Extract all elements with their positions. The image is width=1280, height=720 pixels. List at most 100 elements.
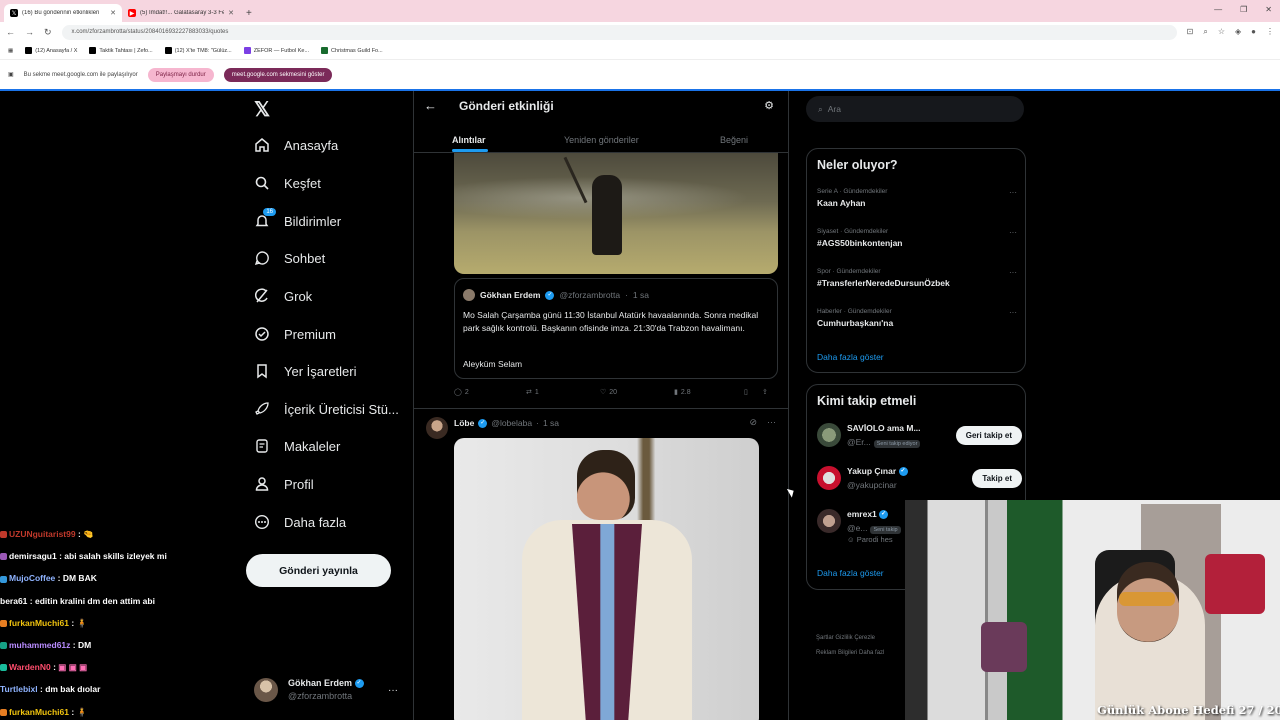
- x-favicon-icon: [164, 47, 172, 54]
- trend-item[interactable]: Haberler · Gündemdekiler Cumhurbaşkanı'n…: [817, 308, 1017, 328]
- bookmark-icon: [254, 363, 270, 379]
- minimize-icon[interactable]: —: [1214, 5, 1222, 14]
- window-controls: — ❐ ✕: [1214, 5, 1272, 14]
- views-button[interactable]: ▮ 2.8: [674, 388, 744, 397]
- stream-chat-overlay: UZUNguitarist99 : 🤏 demirsagu1 : abi sal…: [0, 523, 220, 720]
- nav-item-profile[interactable]: Profil: [254, 476, 314, 492]
- x-logo-icon[interactable]: 𝕏: [254, 97, 270, 122]
- tab-quotes[interactable]: Alıntılar: [452, 135, 486, 145]
- browser-tab-1[interactable]: 𝕏 (16) Bu gönderinin etkinlikleri ✕: [4, 4, 122, 22]
- nav-item-explore[interactable]: Keşfet: [254, 175, 321, 191]
- chat-message: bera61 : editin kralini dm den attim abi: [0, 595, 155, 606]
- browser-tab-2[interactable]: ▶ (5) İmdat!!... Galatasaray 3-3 Fer... …: [122, 4, 240, 22]
- close-tab-icon[interactable]: ✕: [110, 9, 116, 17]
- bookmark-item[interactable]: (12) X'te TM8: "Gülüz...: [164, 47, 232, 54]
- nav-item-more[interactable]: Daha fazla: [254, 514, 346, 530]
- reload-icon[interactable]: ↻: [44, 27, 52, 38]
- bookmark-item[interactable]: Christmas Guild Fo...: [321, 47, 383, 54]
- follow-suggestion[interactable]: SAVİOLO ama M... @Er... Seni takip ediyor…: [817, 423, 1022, 453]
- nav-item-bookmarks[interactable]: Yer İşaretleri: [254, 363, 357, 379]
- follow-suggestion[interactable]: Yakup Çınar ✓ @yakupcinar Takip et: [817, 466, 1022, 496]
- install-icon[interactable]: ⊡: [1187, 27, 1194, 37]
- more-icon[interactable]: ···: [1009, 188, 1017, 197]
- author-handle[interactable]: @lobelaba: [491, 418, 532, 428]
- quoted-post-card[interactable]: Gökhan Erdem ✓ @zforzambrotta · 1 sa Mo …: [454, 278, 778, 379]
- follow-button[interactable]: Takip et: [972, 469, 1022, 488]
- verified-badge-icon: ✓: [898, 467, 908, 477]
- menu-icon[interactable]: ⋮: [1266, 27, 1274, 37]
- trend-item[interactable]: Serie A · Gündemdekiler Kaan Ayhan ···: [817, 188, 1017, 208]
- more-icon[interactable]: ···: [1009, 268, 1017, 277]
- screen-share-bar: ▣ Bu sekme meet.google.com ile paylaşılı…: [0, 60, 1280, 91]
- bookmark-item[interactable]: Taktik Tahtası | Zefo...: [89, 47, 153, 54]
- close-tab-icon[interactable]: ✕: [228, 9, 234, 17]
- more-icon[interactable]: ···: [1009, 308, 1017, 317]
- quoted-media-image[interactable]: [454, 153, 778, 274]
- close-window-icon[interactable]: ✕: [1265, 5, 1272, 14]
- bookmark-item[interactable]: ZEFOR — Futbol Ke...: [243, 47, 309, 54]
- share-button[interactable]: ⇪: [762, 388, 768, 396]
- verified-badge-icon: ✓: [545, 290, 555, 300]
- repost-button[interactable]: ⇄ 1: [526, 388, 600, 397]
- emote-icon: ▣ ▣ ▣: [58, 662, 88, 673]
- search-input[interactable]: ⌕ Ara: [806, 96, 1024, 122]
- stop-sharing-button[interactable]: Paylaşmayı durdur: [147, 67, 214, 82]
- footer-links[interactable]: Şartlar Gizlilik Çerezle: [816, 635, 875, 641]
- trend-item[interactable]: Spor · Gündemdekiler #TransferlerNeredeD…: [817, 268, 1017, 288]
- bookmark-item[interactable]: (12) Anasayfa / X: [25, 47, 77, 54]
- nav-item-premium[interactable]: Premium: [254, 326, 336, 342]
- profile-icon[interactable]: ●: [1251, 27, 1256, 37]
- share-icon: ▣: [8, 72, 14, 78]
- nav-item-articles[interactable]: Makaleler: [254, 438, 340, 454]
- address-bar[interactable]: x.com/zforzambrotta/status/2084016932227…: [61, 24, 1177, 40]
- back-icon[interactable]: ←: [6, 27, 15, 37]
- nav-item-grok[interactable]: Grok: [254, 288, 312, 304]
- post-header-actions: ⊘ ···: [749, 417, 776, 428]
- account-more-icon[interactable]: ···: [388, 685, 398, 696]
- quoted-author-handle: @zforzambrotta: [559, 290, 621, 300]
- avatar[interactable]: [426, 417, 448, 439]
- reply-button[interactable]: ◯ 2: [454, 388, 526, 397]
- apps-icon[interactable]: ▦: [8, 48, 13, 54]
- grok-icon[interactable]: ⊘: [749, 417, 757, 428]
- maximize-icon[interactable]: ❐: [1240, 5, 1247, 14]
- post-media-image[interactable]: [454, 438, 759, 720]
- forward-icon[interactable]: →: [25, 27, 34, 37]
- post-button[interactable]: Gönderi yayınla: [246, 554, 391, 587]
- nav-item-chat[interactable]: Sohbet: [254, 250, 325, 266]
- nav-item-home[interactable]: Anasayfa: [254, 137, 338, 153]
- more-circle-icon: [254, 514, 270, 530]
- chat-message: UZUNguitarist99 : 🤏: [0, 523, 220, 545]
- show-more-link[interactable]: Daha fazla göster: [817, 568, 884, 578]
- star-icon[interactable]: ☆: [1218, 27, 1225, 37]
- active-tab-indicator: [452, 149, 488, 152]
- x-page: 𝕏 Anasayfa Keşfet 16 Bildirimler Sohbet …: [0, 91, 1280, 720]
- extension-icon[interactable]: ◈: [1235, 27, 1241, 37]
- emote-icon: 🤏: [83, 529, 94, 539]
- more-icon[interactable]: ···: [1009, 228, 1017, 237]
- account-switcher[interactable]: Gökhan Erdem ✓ @zforzambrotta: [254, 677, 404, 703]
- new-tab-button[interactable]: +: [240, 8, 258, 22]
- back-arrow-icon[interactable]: ←: [424, 98, 437, 113]
- follows-you-badge: Seni takip: [870, 526, 901, 534]
- follow-back-button[interactable]: Geri takip et: [955, 426, 1022, 445]
- nav-item-notifications[interactable]: 16 Bildirimler: [254, 208, 341, 229]
- show-more-link[interactable]: Daha fazla göster: [817, 352, 884, 362]
- tab-reposts[interactable]: Yeniden gönderiler: [564, 135, 639, 145]
- footer-links-2[interactable]: Reklam Bilgileri Daha fazl: [816, 650, 884, 656]
- url-text: x.com/zforzambrotta/status/2084016932227…: [71, 29, 229, 35]
- show-meet-tab-button[interactable]: meet.google.com sekmesini göster: [223, 67, 333, 82]
- parody-icon: ☺: [847, 535, 855, 544]
- reply-icon: ◯: [454, 389, 462, 396]
- trending-panel: Neler oluyor? Serie A · Gündemdekiler Ka…: [806, 148, 1026, 373]
- author-name[interactable]: Löbe: [454, 418, 474, 428]
- like-button[interactable]: ♡ 20: [600, 388, 674, 397]
- tab-likes[interactable]: Beğeni: [720, 135, 748, 145]
- bookmark-button[interactable]: ▯: [744, 388, 762, 396]
- filter-icon[interactable]: ⚙: [764, 99, 774, 112]
- zoom-icon[interactable]: ⌕: [1203, 27, 1207, 37]
- nav-item-creator-studio[interactable]: İçerik Üreticisi Stü...: [254, 401, 399, 417]
- more-icon[interactable]: ···: [767, 417, 776, 428]
- trending-title: Neler oluyor?: [817, 158, 898, 172]
- trend-item[interactable]: Siyaset · Gündemdekiler #AGS50binkontenj…: [817, 228, 1017, 248]
